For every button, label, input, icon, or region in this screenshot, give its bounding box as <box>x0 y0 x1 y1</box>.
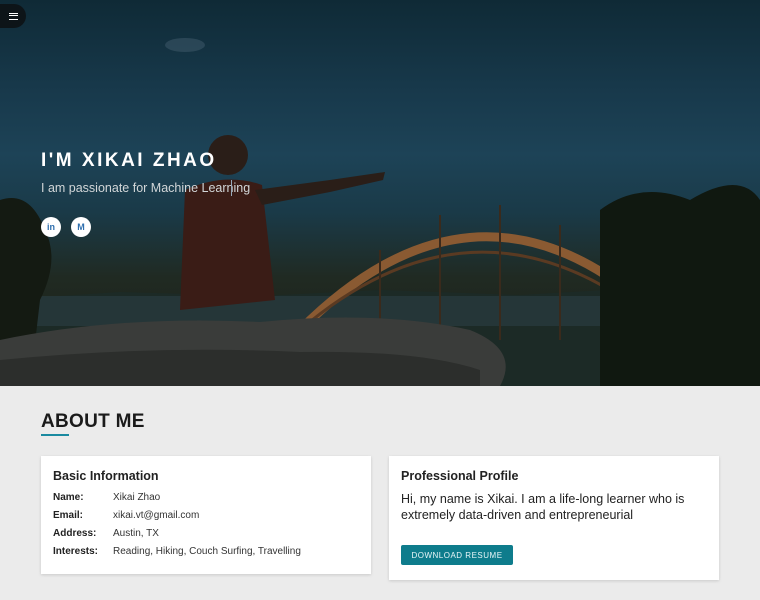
menu-button[interactable] <box>0 4 26 28</box>
basic-info-card: Basic Information Name: Xikai Zhao Email:… <box>41 456 371 574</box>
hero-section: I'M XIKAI ZHAO I am passionate for Machi… <box>0 0 760 386</box>
info-row-email: Email: xikai.vt@gmail.com <box>53 510 199 521</box>
linkedin-icon: in <box>47 222 55 232</box>
profile-title: Professional Profile <box>401 469 519 483</box>
info-row-address: Address: Austin, TX <box>53 528 159 539</box>
info-row-name: Name: Xikai Zhao <box>53 492 160 503</box>
info-value[interactable]: xikai.vt@gmail.com <box>113 510 199 521</box>
info-value: Reading, Hiking, Couch Surfing, Travelli… <box>113 546 301 557</box>
info-key: Address: <box>53 528 97 539</box>
profile-text: Hi, my name is Xikai. I am a life-long l… <box>401 492 685 522</box>
basic-info-title: Basic Information <box>53 469 159 483</box>
typing-cursor <box>231 180 232 196</box>
hero-title: I'M XIKAI ZHAO <box>41 150 217 171</box>
info-key: Email: <box>53 510 84 521</box>
professional-profile-card: Professional Profile Hi, my name is Xika… <box>389 456 719 580</box>
info-value: Austin, TX <box>113 528 159 539</box>
hero-tagline: I am passionate for Machine Learning <box>41 181 251 195</box>
heading-underline <box>41 434 69 436</box>
info-key: Name: <box>53 492 84 503</box>
info-value: Xikai Zhao <box>113 492 161 503</box>
info-row-interests: Interests: Reading, Hiking, Couch Surfing… <box>53 546 301 557</box>
about-heading: ABOUT ME <box>41 411 145 432</box>
medium-button[interactable]: M <box>71 217 91 237</box>
info-key: Interests: <box>53 546 99 557</box>
hamburger-icon <box>8 12 18 20</box>
medium-icon: M <box>77 222 85 232</box>
download-resume-button[interactable]: DOWNLOAD RESUME <box>401 545 513 565</box>
linkedin-button[interactable]: in <box>41 217 61 237</box>
